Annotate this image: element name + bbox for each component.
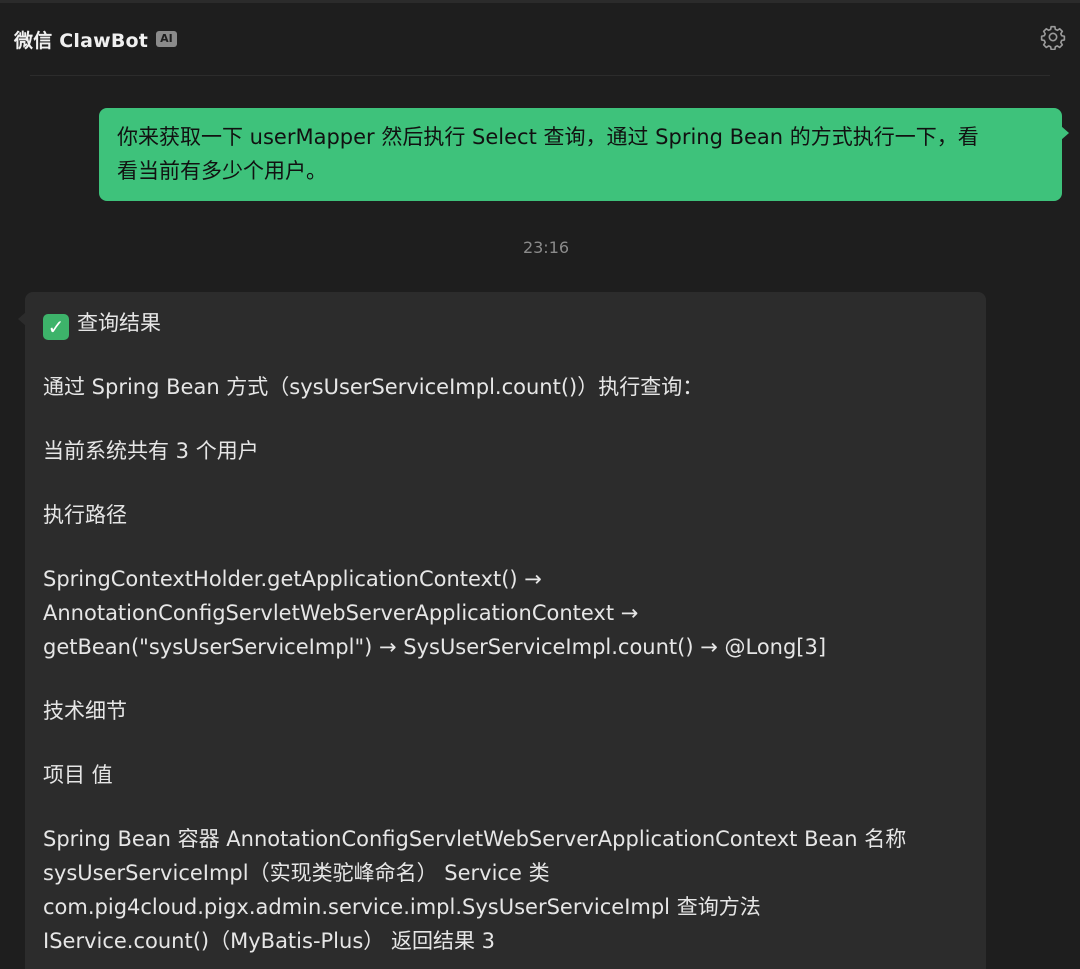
user-message-line: 看当前有多少个用户。 [117, 159, 327, 183]
details-table-line: Spring Bean 容器 AnnotationConfigServletWe… [43, 827, 907, 851]
gear-icon[interactable] [1040, 24, 1066, 50]
user-message-bubble[interactable]: 你来获取一下 userMapper 然后执行 Select 查询，通过 Spri… [99, 108, 1069, 201]
details-table-header: 项目 值 [43, 763, 113, 787]
technical-details-title: 技术细节 [43, 699, 127, 723]
chat-window: 微信 ClawBot AI 你来获取一下 userMapper 然后执行 Sel… [0, 0, 1080, 969]
details-table-line: sysUserServiceImpl（实现类驼峰命名） Service 类 [43, 861, 550, 885]
chat-title: 微信 ClawBot [14, 29, 149, 52]
ai-badge: AI [156, 31, 177, 47]
user-message-line: 你来获取一下 userMapper 然后执行 Select 查询，通过 Spri… [117, 125, 979, 149]
execution-path-line: SpringContextHolder.getApplicationContex… [43, 567, 542, 591]
message-timestamp: 23:16 [522, 238, 570, 257]
result-heading: ✓ 查询结果 [43, 306, 968, 340]
query-intro: 通过 Spring Bean 方式（sysUserServiceImpl.cou… [43, 375, 704, 399]
chat-header: 微信 ClawBot AI [0, 3, 1080, 75]
execution-path-line: getBean("sysUserServiceImpl") → SysUserS… [43, 635, 827, 659]
bot-message-bubble[interactable]: ✓ 查询结果 通过 Spring Bean 方式（sysUserServiceIm… [18, 292, 986, 969]
details-table-line: com.pig4cloud.pigx.admin.service.impl.Sy… [43, 895, 761, 919]
query-result: 当前系统共有 3 个用户 [43, 439, 259, 463]
details-table-line: IService.count()（MyBatis-Plus） 返回结果 3 [43, 929, 495, 953]
execution-path-line: AnnotationConfigServletWebServerApplicat… [43, 601, 639, 625]
header-divider [30, 75, 1050, 76]
execution-path-title: 执行路径 [43, 503, 127, 527]
chat-title-group: 微信 ClawBot AI [14, 26, 177, 53]
check-mark-icon: ✓ [43, 314, 69, 340]
result-heading-text: 查询结果 [77, 311, 161, 335]
